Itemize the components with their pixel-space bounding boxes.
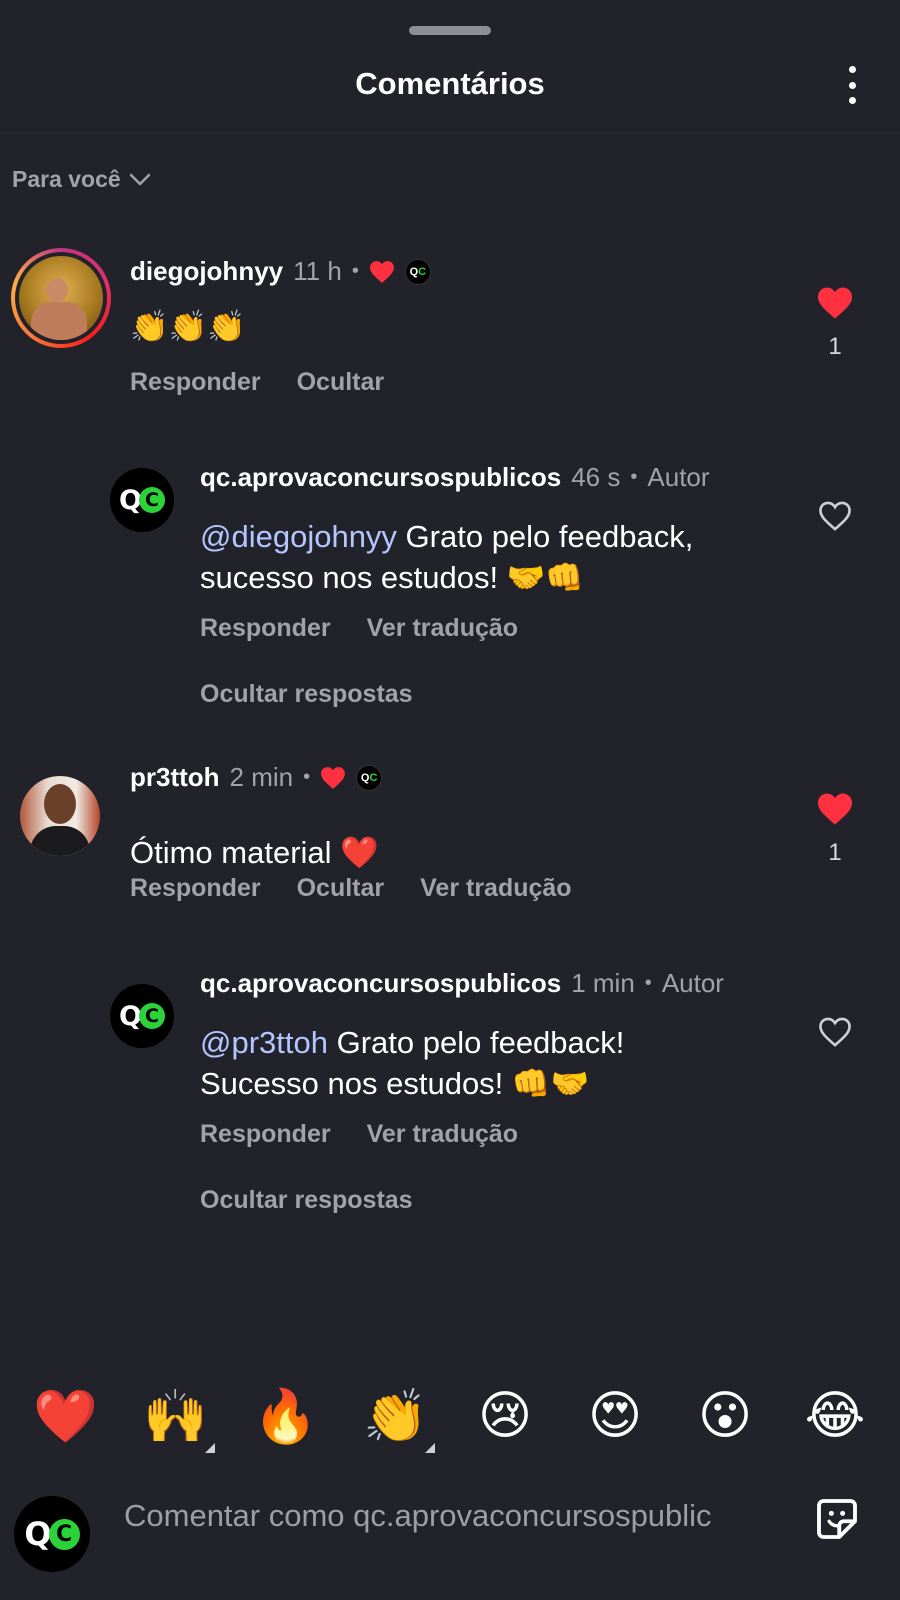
comment-composer: QC bbox=[0, 1490, 900, 1572]
reply-time: 46 s bbox=[571, 462, 621, 492]
reply-username[interactable]: qc.aprovaconcursospublicos bbox=[200, 968, 561, 999]
reaction-raised-hands-glyph: 🙌 bbox=[143, 1387, 208, 1446]
hide-button[interactable]: Ocultar bbox=[297, 368, 385, 397]
skin-tone-indicator bbox=[205, 1442, 215, 1453]
like-control[interactable]: 1 bbox=[815, 792, 855, 867]
reaction-clap-glyph: 👏 bbox=[363, 1387, 428, 1446]
avatar: QC bbox=[14, 1496, 90, 1572]
header-divider bbox=[0, 132, 900, 133]
reply-text: @diegojohnyy Grato pelo feedback, sucess… bbox=[200, 516, 693, 598]
comment-text: 👏👏👏 bbox=[130, 309, 246, 344]
reaction-crying[interactable]: 😢 bbox=[473, 1386, 537, 1446]
reply-text: @pr3ttoh Grato pelo feedback! Sucesso no… bbox=[200, 1022, 624, 1104]
separator-dot: • bbox=[351, 260, 359, 282]
reply-text-line1: Grato pelo feedback, bbox=[396, 519, 694, 554]
reply-button[interactable]: Responder bbox=[200, 614, 331, 643]
reply-button[interactable]: Responder bbox=[200, 1120, 331, 1149]
reaction-heart-eyes[interactable]: 😍 bbox=[583, 1386, 647, 1446]
comment-input[interactable] bbox=[124, 1498, 784, 1534]
author-tag: Autor bbox=[661, 968, 724, 998]
skin-tone-indicator bbox=[425, 1442, 435, 1453]
heart-outline-icon[interactable] bbox=[817, 1016, 853, 1048]
mention-link[interactable]: @diegojohnyy bbox=[200, 519, 397, 554]
reaction-heart[interactable]: ❤️ bbox=[33, 1386, 98, 1447]
more-vertical-icon[interactable] bbox=[846, 66, 858, 104]
heart-outline-icon[interactable] bbox=[817, 500, 853, 532]
quick-reaction-bar: ❤️ 🙌 🔥 👏 😢 😍 😮 😂 bbox=[0, 1376, 900, 1456]
separator-dot: • bbox=[644, 972, 652, 994]
like-control[interactable] bbox=[815, 1016, 855, 1053]
like-control[interactable]: 1 bbox=[815, 286, 855, 361]
separator-dot: • bbox=[303, 766, 311, 788]
see-translation-button[interactable]: Ver tradução bbox=[367, 1120, 518, 1149]
reaction-clap[interactable]: 👏 bbox=[363, 1386, 435, 1453]
chevron-down-icon bbox=[129, 173, 150, 185]
see-translation-button[interactable]: Ver tradução bbox=[367, 614, 518, 643]
reply-button[interactable]: Responder bbox=[130, 874, 261, 903]
hide-replies-button[interactable]: Ocultar respostas bbox=[200, 1186, 413, 1215]
reply-username[interactable]: qc.aprovaconcursospublicos bbox=[200, 462, 561, 493]
creator-liked-heart-icon bbox=[369, 260, 394, 283]
see-translation-button[interactable]: Ver tradução bbox=[420, 874, 571, 903]
reaction-fire[interactable]: 🔥 bbox=[253, 1386, 318, 1447]
comment-time: 11 h bbox=[293, 256, 342, 286]
reply-text-line2: sucesso nos estudos! 🤝👊 bbox=[200, 560, 584, 595]
avatar[interactable]: QC bbox=[110, 468, 174, 532]
reply-button[interactable]: Responder bbox=[130, 368, 261, 397]
page-title: Comentários bbox=[355, 66, 545, 101]
sheet-grab-handle[interactable] bbox=[409, 26, 491, 35]
like-count: 1 bbox=[828, 839, 842, 866]
reaction-surprised[interactable]: 😮 bbox=[693, 1386, 757, 1446]
heart-icon[interactable] bbox=[816, 286, 854, 320]
comment-time: 2 min bbox=[229, 762, 294, 792]
mention-link[interactable]: @pr3ttoh bbox=[200, 1025, 328, 1060]
comment-username[interactable]: diegojohnyy bbox=[130, 256, 283, 287]
creator-avatar-badge: QC bbox=[356, 764, 383, 791]
like-count: 1 bbox=[828, 333, 842, 360]
sort-dropdown[interactable]: Para você bbox=[12, 166, 151, 193]
creator-avatar-badge: QC bbox=[404, 258, 431, 285]
avatar[interactable]: QC bbox=[110, 984, 174, 1048]
separator-dot: • bbox=[630, 466, 638, 488]
author-tag: Autor bbox=[647, 462, 710, 492]
reaction-raised-hands[interactable]: 🙌 bbox=[143, 1386, 215, 1453]
hide-button[interactable]: Ocultar bbox=[297, 874, 385, 903]
reply-time: 1 min bbox=[571, 968, 635, 998]
like-control[interactable] bbox=[815, 500, 855, 537]
reply-text-line1: Grato pelo feedback! bbox=[327, 1025, 625, 1060]
comment-username[interactable]: pr3ttoh bbox=[130, 762, 220, 793]
hide-replies-button[interactable]: Ocultar respostas bbox=[200, 680, 413, 709]
sticker-icon[interactable] bbox=[810, 1492, 864, 1546]
sort-label: Para você bbox=[12, 166, 121, 192]
avatar[interactable] bbox=[11, 248, 111, 348]
avatar[interactable] bbox=[20, 776, 100, 856]
comment-text: Ótimo material ❤️ bbox=[130, 835, 379, 870]
reaction-laughing[interactable]: 😂 bbox=[803, 1386, 867, 1446]
creator-liked-heart-icon bbox=[321, 766, 346, 789]
reply-text-line2: Sucesso nos estudos! 👊🤝 bbox=[200, 1066, 590, 1101]
heart-icon[interactable] bbox=[816, 792, 854, 826]
